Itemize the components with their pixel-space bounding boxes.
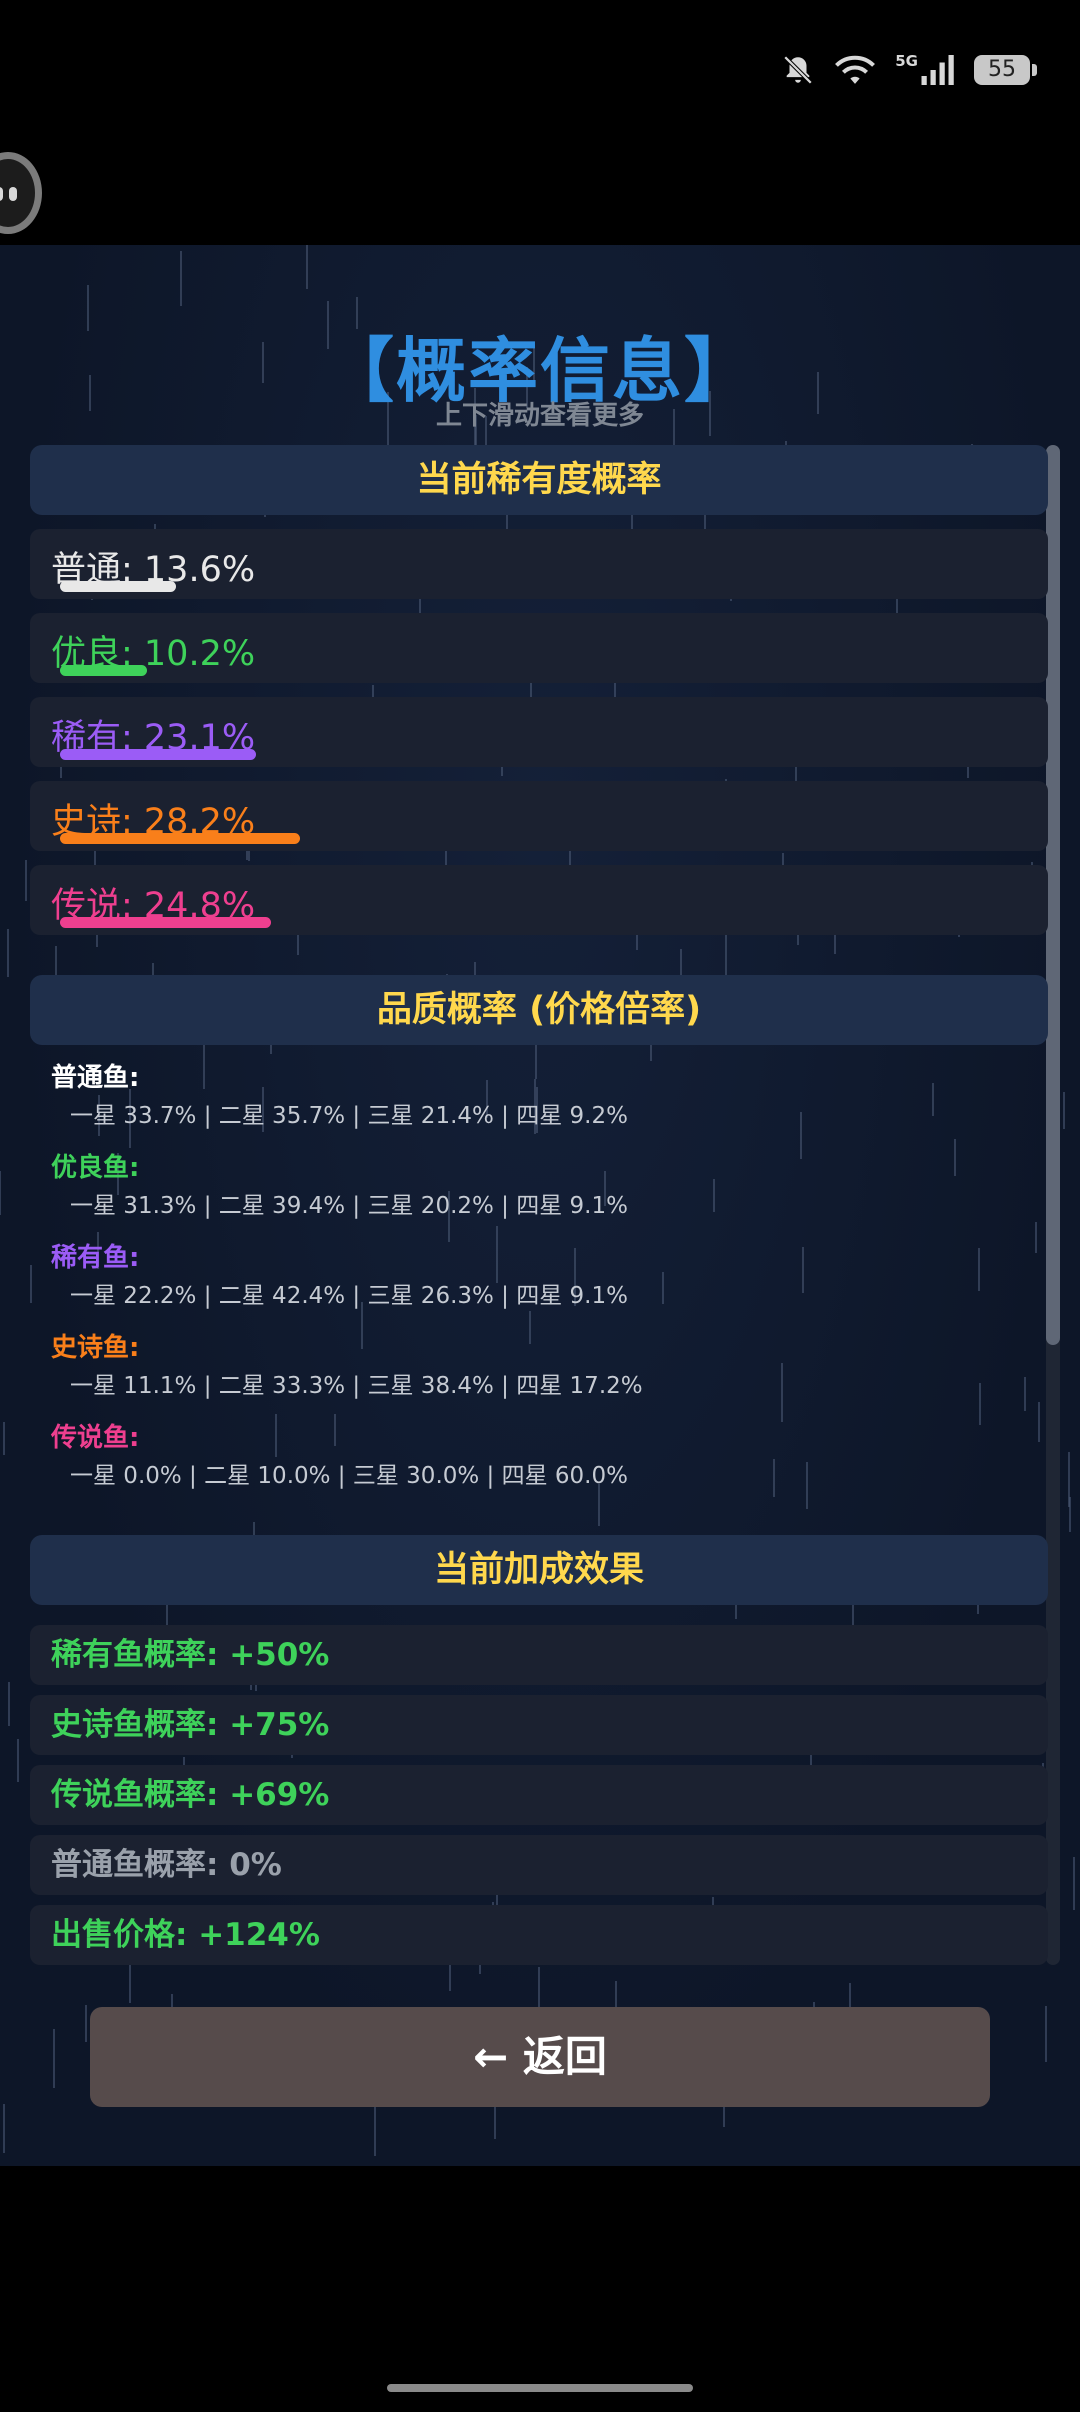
rarity-bar	[60, 917, 271, 928]
bonus-row: 普通鱼概率: 0%	[30, 1835, 1048, 1895]
status-icons: 5G 55	[781, 48, 1037, 92]
signal-icon	[921, 55, 954, 85]
info-scroll-panel[interactable]: 当前稀有度概率 普通: 13.6% 优良: 10.2% 稀有: 23.1% 史诗…	[30, 445, 1048, 1965]
rarity-row: 史诗: 28.2%	[30, 781, 1048, 851]
quality-detail: 一星 11.1% | 二星 33.3% | 三星 38.4% | 四星 17.2…	[70, 1373, 643, 1399]
bonus-section-header: 当前加成效果	[30, 1535, 1048, 1605]
quality-detail: 一星 31.3% | 二星 39.4% | 三星 20.2% | 四星 9.1%	[70, 1193, 628, 1219]
rarity-bar	[60, 665, 147, 676]
rarity-bar	[60, 581, 176, 592]
game-view: 【概率信息】 上下滑动查看更多 当前稀有度概率 普通: 13.6% 优良: 10…	[0, 245, 1080, 2166]
rarity-row: 优良: 10.2%	[30, 613, 1048, 683]
bonus-row: 传说鱼概率: +69%	[30, 1765, 1048, 1825]
rarity-row: 传说: 24.8%	[30, 865, 1048, 935]
floating-ball-icon[interactable]	[0, 152, 42, 234]
rarity-section-header: 当前稀有度概率	[30, 445, 1048, 515]
quality-detail: 一星 33.7% | 二星 35.7% | 三星 21.4% | 四星 9.2%	[70, 1103, 628, 1129]
scrollbar-thumb[interactable]	[1046, 445, 1060, 1345]
bonus-row: 出售价格: +124%	[30, 1905, 1048, 1965]
rarity-bar	[60, 833, 300, 844]
quality-item: 优良鱼: 一星 31.3% | 二星 39.4% | 三星 20.2% | 四星…	[51, 1150, 628, 1226]
quality-item: 稀有鱼: 一星 22.2% | 二星 42.4% | 三星 26.3% | 四星…	[51, 1240, 628, 1316]
eye-icon	[9, 187, 17, 201]
scroll-hint: 上下滑动查看更多	[435, 401, 644, 431]
bonus-row: 史诗鱼概率: +75%	[30, 1695, 1048, 1755]
quality-item: 史诗鱼: 一星 11.1% | 二星 33.3% | 三星 38.4% | 四星…	[51, 1330, 643, 1406]
quality-name: 优良鱼:	[51, 1153, 140, 1183]
quality-detail: 一星 0.0% | 二星 10.0% | 三星 30.0% | 四星 60.0%	[70, 1463, 628, 1489]
eye-icon	[0, 187, 3, 201]
rarity-bar	[60, 749, 256, 760]
rarity-row: 稀有: 23.1%	[30, 697, 1048, 767]
network-type-label: 5G	[895, 52, 918, 70]
quality-detail: 一星 22.2% | 二星 42.4% | 三星 26.3% | 四星 9.1%	[70, 1283, 628, 1309]
status-bar: 5G 55	[0, 0, 1080, 140]
screen: 5G 55 【概率信息】 上下滑动查看更多 当前稀有度概率 普通: 13.6%	[0, 0, 1080, 2412]
quality-item: 传说鱼: 一星 0.0% | 二星 10.0% | 三星 30.0% | 四星 …	[51, 1420, 628, 1496]
battery-icon: 55	[974, 55, 1037, 85]
quality-name: 稀有鱼:	[51, 1243, 140, 1273]
quality-item: 普通鱼: 一星 33.7% | 二星 35.7% | 三星 21.4% | 四星…	[51, 1060, 628, 1136]
quality-name: 普通鱼:	[51, 1063, 140, 1093]
wifi-icon	[835, 55, 876, 84]
back-button[interactable]: ← 返回	[90, 2007, 990, 2107]
quality-name: 史诗鱼:	[51, 1333, 140, 1363]
quality-name: 传说鱼:	[51, 1423, 140, 1453]
rarity-row: 普通: 13.6%	[30, 529, 1048, 599]
gesture-nav-handle[interactable]	[387, 2384, 693, 2392]
quality-section-header: 品质概率 (价格倍率)	[30, 975, 1048, 1045]
bonus-row: 稀有鱼概率: +50%	[30, 1625, 1048, 1685]
bell-muted-icon	[783, 55, 813, 85]
